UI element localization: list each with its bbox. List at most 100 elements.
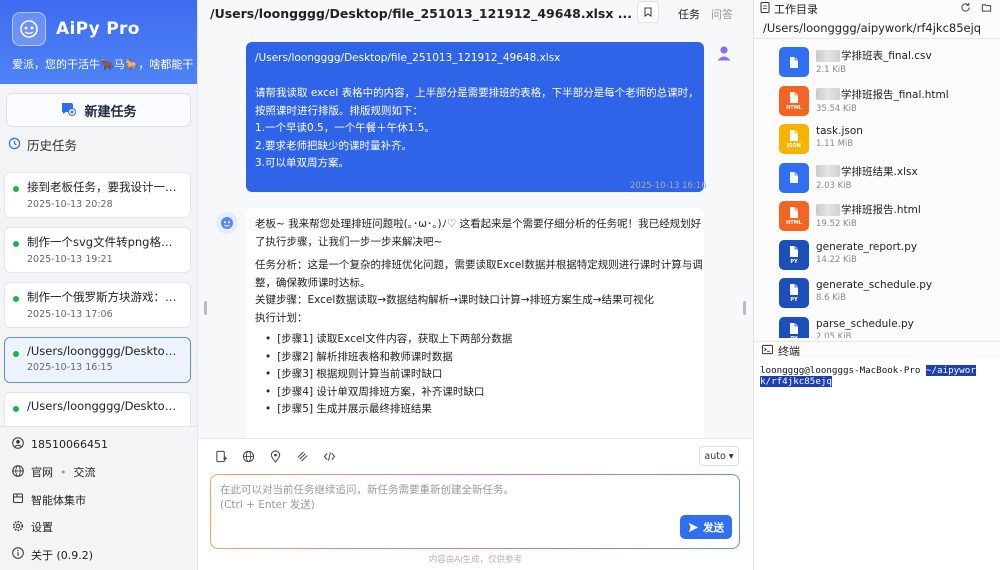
- app-tagline: 爱派，您的干活牛🐂马🐎，啥都能干: [12, 58, 194, 71]
- file-name-row: 学排班报告.html: [816, 197, 1000, 217]
- json-file-icon: JSON: [779, 124, 809, 154]
- file-icon: [779, 162, 809, 193]
- terminal-header: 终端: [754, 341, 1000, 359]
- settings-link[interactable]: 设置: [0, 514, 197, 542]
- plan-step: [步骤3] 根据规则计算当前课时缺口: [265, 366, 695, 384]
- location-pin-icon[interactable]: [268, 449, 282, 463]
- history-label: 历史任务: [27, 138, 78, 153]
- message-input[interactable]: 在此可以对当前任务继续追问，新任务需要重新创建全新任务。 (Ctrl + Ente…: [210, 474, 740, 549]
- file-name: 学排班表_final.csv: [841, 50, 932, 62]
- composer: auto ▾ 在此可以对当前任务继续追问，新任务需要重新创建全新任务。 (Ctrl…: [198, 438, 753, 570]
- history-item-title: /Users/loongggg/Desktop/file...: [27, 344, 182, 358]
- send-label: 发送: [703, 521, 724, 534]
- file-item[interactable]: PY parse_schedule.py2.05 KiB: [754, 313, 1000, 339]
- sidebar-footer: 18510066451 官网 • 交流 智能体集市 设置 关于 (0.9.2): [0, 426, 197, 570]
- agent-market-link[interactable]: 智能体集市: [0, 486, 197, 514]
- redacted-mask: [816, 165, 840, 177]
- community-label[interactable]: 交流: [74, 464, 96, 480]
- settings-label: 设置: [31, 521, 53, 535]
- file-size: 2.03 KiB: [816, 180, 852, 191]
- new-task-button[interactable]: 新建任务: [6, 93, 191, 127]
- open-folder-icon[interactable]: [981, 2, 992, 16]
- file-name: 学排班报告_final.html: [841, 88, 949, 101]
- new-chat-icon: [60, 100, 77, 120]
- file-type-label: PY: [790, 336, 797, 339]
- file-size: 14.22 KiB: [816, 254, 857, 265]
- file-item[interactable]: HTML 学排班报告.html 19.52 KiB: [754, 197, 1000, 236]
- globe-icon[interactable]: [241, 449, 255, 463]
- code-icon[interactable]: [322, 449, 336, 463]
- file-name-row: generate_report.py: [816, 236, 1000, 253]
- file-name: generate_report.py: [816, 240, 918, 253]
- workspace-path: /Users/loongggg/aipywork/rf4jkc85ejq: [754, 17, 1000, 39]
- file-name-row: generate_schedule.py: [816, 274, 1000, 291]
- file-size: 35.54 KiB: [816, 103, 857, 114]
- ai-disclaimer: 内容由AI生成，仅供参考: [428, 555, 523, 565]
- terminal-title: 终端: [778, 344, 800, 358]
- plan-step: [步骤5] 生成并展示最终排班结果: [265, 401, 695, 419]
- mcp-plugin-icon[interactable]: [295, 449, 309, 463]
- redacted-mask: [816, 49, 840, 62]
- bookmark-button[interactable]: [637, 1, 659, 23]
- file-item[interactable]: HTML 学排班报告_final.html 35.54 KiB: [754, 82, 1000, 121]
- history-item-date: 2025-10-13 16:15: [27, 362, 113, 373]
- task-title: /Users/loongggg/Desktop/file_251013_1219…: [210, 5, 633, 21]
- history-item[interactable]: 制作一个俄罗斯方块游戏：1、... 2025-10-13 17:06: [4, 282, 191, 328]
- file-item[interactable]: 学排班结果.xlsx 2.03 KiB: [754, 159, 1000, 198]
- file-item[interactable]: PY generate_report.py 14.22 KiB: [754, 236, 1000, 275]
- file-type-label: PY: [790, 297, 798, 303]
- html-file-icon: HTML: [779, 85, 809, 116]
- file-name-row: task.json: [816, 120, 1000, 137]
- history-item-active[interactable]: /Users/loongggg/Desktop/file... 2025-10-1…: [4, 337, 191, 383]
- terminal[interactable]: loongggg@loongggs-MacBook-Pro ~/aipywor …: [754, 359, 1000, 570]
- account-link[interactable]: 18510066451: [0, 431, 197, 459]
- history-item-title: 制作一个俄罗斯方块游戏：1、...: [27, 290, 182, 304]
- attach-file-icon[interactable]: [214, 449, 228, 463]
- history-item[interactable]: 接到老板任务，要我设计一个面... 2025-10-13 20:28: [4, 172, 191, 218]
- file-item[interactable]: PY generate_schedule.py 8.6 KiB: [754, 274, 1000, 313]
- file-name: parse_schedule.py: [816, 317, 914, 330]
- file-size: 19.52 KiB: [816, 219, 857, 229]
- terminal-icon: [762, 344, 773, 358]
- website-label: 官网: [31, 466, 53, 480]
- file-size: 8.6 KiB: [816, 293, 846, 303]
- separator-dot: •: [60, 465, 67, 479]
- workspace-title: 工作目录: [774, 2, 818, 16]
- history-item-title: /Users/loongggg/Desktop/file...: [27, 399, 182, 413]
- file-name: task.json: [816, 125, 863, 137]
- redacted-mask: [816, 203, 840, 216]
- send-icon: [688, 522, 699, 532]
- plan-step: [步骤2] 解析排班表格和教师课时数据: [265, 349, 695, 367]
- python-file-icon: PY: [779, 316, 809, 339]
- account-label: 18510066451: [31, 438, 108, 452]
- python-file-icon: PY: [779, 278, 809, 308]
- file-icon: [779, 47, 809, 77]
- history-item[interactable]: 制作一个svg文件转png格式图... 2025-10-13 19:21: [4, 227, 191, 273]
- model-mode-select[interactable]: auto ▾: [699, 446, 739, 466]
- about-link[interactable]: 关于 (0.9.2): [0, 541, 197, 569]
- ai-plan-label: 执行计划：: [255, 311, 308, 324]
- ai-key-steps: 关键步骤：Excel数据读取→数据结构解析→课时缺口计算→排班方案生成→结果可视…: [255, 294, 655, 306]
- file-size: 2.05 KiB: [816, 331, 852, 339]
- right-resize-handle[interactable]: [743, 301, 746, 315]
- tab-task[interactable]: 任务: [678, 6, 700, 22]
- file-type-label: HTML: [786, 104, 802, 111]
- refresh-icon[interactable]: [960, 2, 971, 16]
- ai-avatar-icon: [216, 212, 238, 234]
- website-link[interactable]: 官网 • 交流: [0, 459, 197, 487]
- tab-qa[interactable]: 问答: [711, 6, 733, 22]
- file-item[interactable]: 学排班表_final.csv 2.1 KiB: [754, 43, 1000, 82]
- send-button[interactable]: 发送: [680, 515, 732, 539]
- file-item[interactable]: JSON task.json 1.11 MiB: [754, 120, 1000, 159]
- left-resize-handle[interactable]: [204, 301, 207, 315]
- file-name-row: parse_schedule.py: [816, 313, 1000, 330]
- model-mode-value: auto: [704, 450, 726, 462]
- caret-down-icon: ▾: [728, 450, 734, 462]
- bookmark-icon: [644, 7, 652, 18]
- user-avatar-icon: [715, 44, 733, 62]
- history-item-date: 2025-10-13 20:28: [27, 199, 113, 210]
- status-dot: [13, 351, 19, 357]
- user-message-line: /Users/loongggg/Desktop/file_251013_1219…: [255, 52, 561, 64]
- history-icon: [8, 137, 21, 153]
- ai-analysis-line: 整，确保教师课时达标。: [255, 276, 371, 289]
